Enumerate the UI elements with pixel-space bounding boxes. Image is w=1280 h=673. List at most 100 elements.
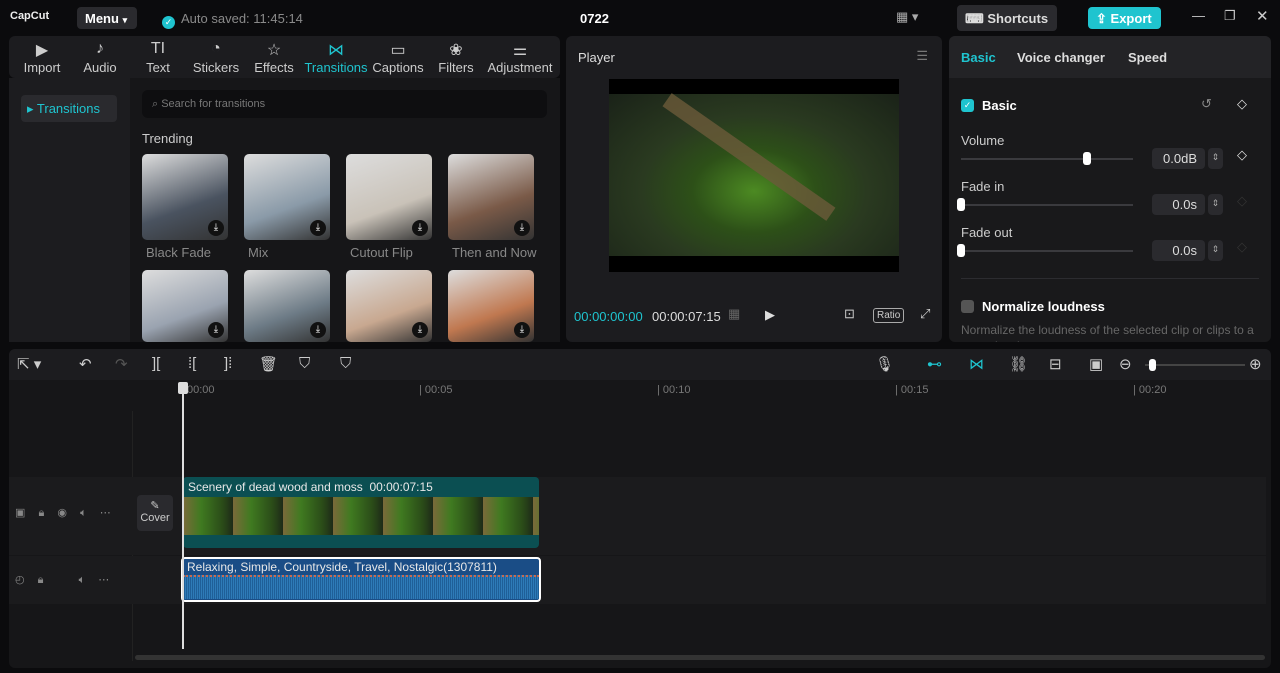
fit-icon[interactable]: ⊡ xyxy=(844,306,855,322)
split-right-icon[interactable]: ]⁞ xyxy=(224,355,232,372)
export-button[interactable]: ⇪ Export xyxy=(1088,7,1161,29)
frames-icon[interactable]: ▦ xyxy=(728,306,740,322)
playhead-handle[interactable] xyxy=(178,382,188,394)
zoom-slider-handle[interactable] xyxy=(1149,359,1156,371)
stepper-icon[interactable]: ⇕ xyxy=(1208,240,1223,261)
tab-audio[interactable]: ♪ Audio xyxy=(71,36,129,78)
tab-speed[interactable]: Speed xyxy=(1128,50,1167,65)
fadeout-slider-handle[interactable] xyxy=(957,244,965,257)
download-icon[interactable]: ⤓ xyxy=(310,322,326,338)
transition-thumbnail[interactable]: ⤓ xyxy=(244,154,330,240)
menu-label: Menu xyxy=(85,11,119,26)
tab-text[interactable]: TI Text xyxy=(129,36,187,78)
fadein-slider-handle[interactable] xyxy=(957,198,965,211)
more-icon[interactable]: ⋯ xyxy=(98,574,109,586)
transition-thumbnail[interactable]: ⤓ xyxy=(142,270,228,342)
tab-label: Audio xyxy=(83,60,117,75)
player-menu-icon[interactable]: ☰ xyxy=(916,48,928,64)
fadein-value[interactable]: 0.0s xyxy=(1152,194,1205,215)
auto-snap-icon[interactable]: ⋈ xyxy=(969,355,984,373)
volume-slider-handle[interactable] xyxy=(1082,152,1091,165)
redo-icon[interactable]: ↷ xyxy=(115,355,128,373)
basic-checkbox[interactable]: ✓ xyxy=(961,99,974,112)
transition-thumbnail[interactable]: ⤓ xyxy=(346,154,432,240)
stepper-icon[interactable]: ⇕ xyxy=(1208,194,1223,215)
zoom-slider[interactable] xyxy=(1145,359,1245,371)
cover-button[interactable]: ✎ Cover xyxy=(137,495,173,531)
fadeout-slider[interactable] xyxy=(957,244,1133,257)
undo-icon[interactable]: ↶ xyxy=(79,355,92,373)
tab-transitions[interactable]: ⋈ Transitions xyxy=(303,36,369,78)
download-icon[interactable]: ⤓ xyxy=(514,220,530,236)
video-clip[interactable]: Scenery of dead wood and moss 00:00:07:1… xyxy=(183,477,539,548)
tab-label: Captions xyxy=(372,60,424,75)
tab-effects[interactable]: ☆ Effects xyxy=(245,36,303,78)
tab-import[interactable]: ▶ Import xyxy=(13,36,71,78)
zoom-in-icon[interactable]: ⊕ xyxy=(1249,355,1262,373)
transition-thumbnail[interactable]: ⤓ xyxy=(448,154,534,240)
fadein-slider[interactable] xyxy=(957,198,1133,211)
eye-icon[interactable]: ◉ xyxy=(57,507,67,519)
close-icon[interactable]: ✕ xyxy=(1256,7,1269,25)
normalize-checkbox[interactable] xyxy=(961,300,974,313)
main-track-magnet-icon[interactable]: ⊷ xyxy=(927,355,942,373)
microphone-icon[interactable]: 🎙 xyxy=(875,355,894,373)
download-icon[interactable]: ⤓ xyxy=(208,220,224,236)
tab-voice-changer[interactable]: Voice changer xyxy=(1017,50,1105,65)
split-view-icon[interactable]: ⊟ xyxy=(1049,355,1062,373)
keyframe-icon[interactable]: ◇ xyxy=(1237,239,1247,255)
delete-icon[interactable]: 🗑 xyxy=(259,355,278,373)
transition-thumbnail[interactable]: ⤓ xyxy=(346,270,432,342)
audio-clip[interactable]: Relaxing, Simple, Countryside, Travel, N… xyxy=(181,557,541,602)
sidebar-item-label: Transitions xyxy=(36,101,101,116)
download-icon[interactable]: ⤓ xyxy=(514,322,530,338)
download-icon[interactable]: ⤓ xyxy=(208,322,224,338)
keyframe-icon[interactable]: ◇ xyxy=(1237,147,1247,163)
ratio-button[interactable]: Ratio xyxy=(873,308,905,323)
speaker-icon[interactable]: 🔈︎ xyxy=(79,574,86,586)
properties-panel: Basic Voice changer Speed ✓ Basic ↺ ◇ Vo… xyxy=(949,36,1271,342)
maximize-icon[interactable]: ❐ xyxy=(1224,8,1236,24)
tab-captions[interactable]: ▭ Captions xyxy=(369,36,427,78)
fadeout-value[interactable]: 0.0s xyxy=(1152,240,1205,261)
volume-value[interactable]: 0.0dB xyxy=(1152,148,1205,169)
download-icon[interactable]: ⤓ xyxy=(412,322,428,338)
tab-adjustment[interactable]: ⚌ Adjustment xyxy=(485,36,555,78)
fullscreen-icon[interactable]: ⤢ xyxy=(920,306,930,322)
stepper-icon[interactable]: ⇕ xyxy=(1208,148,1223,169)
tab-filters[interactable]: ❀ Filters xyxy=(427,36,485,78)
audio-clip-name: Relaxing, Simple, Countryside, Travel, N… xyxy=(187,560,497,574)
playhead[interactable] xyxy=(182,385,184,649)
select-tool-icon[interactable]: ⇱ ▾ xyxy=(17,355,41,373)
split-left-icon[interactable]: ⁞[ xyxy=(188,355,196,372)
transition-thumbnail[interactable]: ⤓ xyxy=(244,270,330,342)
minimize-icon[interactable]: — xyxy=(1192,8,1205,23)
play-icon[interactable]: ▶ xyxy=(765,307,775,323)
volume-slider[interactable] xyxy=(961,152,1133,165)
keyframe-icon[interactable]: ◇ xyxy=(1237,193,1247,209)
sidebar-item-transitions[interactable]: ▸ Transitions xyxy=(21,95,117,122)
mark-all-icon[interactable]: ⛉ xyxy=(299,355,310,372)
lock-icon[interactable]: 🔒︎ xyxy=(38,507,44,519)
keyframe-icon[interactable]: ◇ xyxy=(1237,96,1247,112)
marker-icon[interactable]: ⛉ xyxy=(340,355,351,372)
more-icon[interactable]: ⋯ xyxy=(100,507,111,519)
speaker-icon[interactable]: 🔈︎ xyxy=(80,507,87,519)
download-icon[interactable]: ⤓ xyxy=(310,220,326,236)
horizontal-scrollbar[interactable] xyxy=(135,655,1265,660)
reset-icon[interactable]: ↺ xyxy=(1201,96,1212,112)
transition-thumbnail[interactable]: ⤓ xyxy=(448,270,534,342)
transition-thumbnail[interactable]: ⤓ xyxy=(142,154,228,240)
tab-basic[interactable]: Basic xyxy=(961,50,996,65)
zoom-out-icon[interactable]: ⊖ xyxy=(1119,355,1132,373)
menu-button[interactable]: Menu ▾ xyxy=(77,7,137,29)
search-input[interactable]: ⌕ Search for transitions xyxy=(142,90,547,118)
download-icon[interactable]: ⤓ xyxy=(412,220,428,236)
lock-icon[interactable]: 🔒︎ xyxy=(38,574,44,586)
shortcuts-button[interactable]: ⌨ Shortcuts xyxy=(957,5,1057,31)
link-icon[interactable]: ⛓ xyxy=(1009,355,1028,373)
split-icon[interactable]: ][ xyxy=(152,355,160,372)
layout-icon[interactable]: ▦ ▾ xyxy=(896,9,918,25)
preview-axis-icon[interactable]: ▣ xyxy=(1089,355,1103,373)
tab-stickers[interactable]: ◔ Stickers xyxy=(187,36,245,78)
